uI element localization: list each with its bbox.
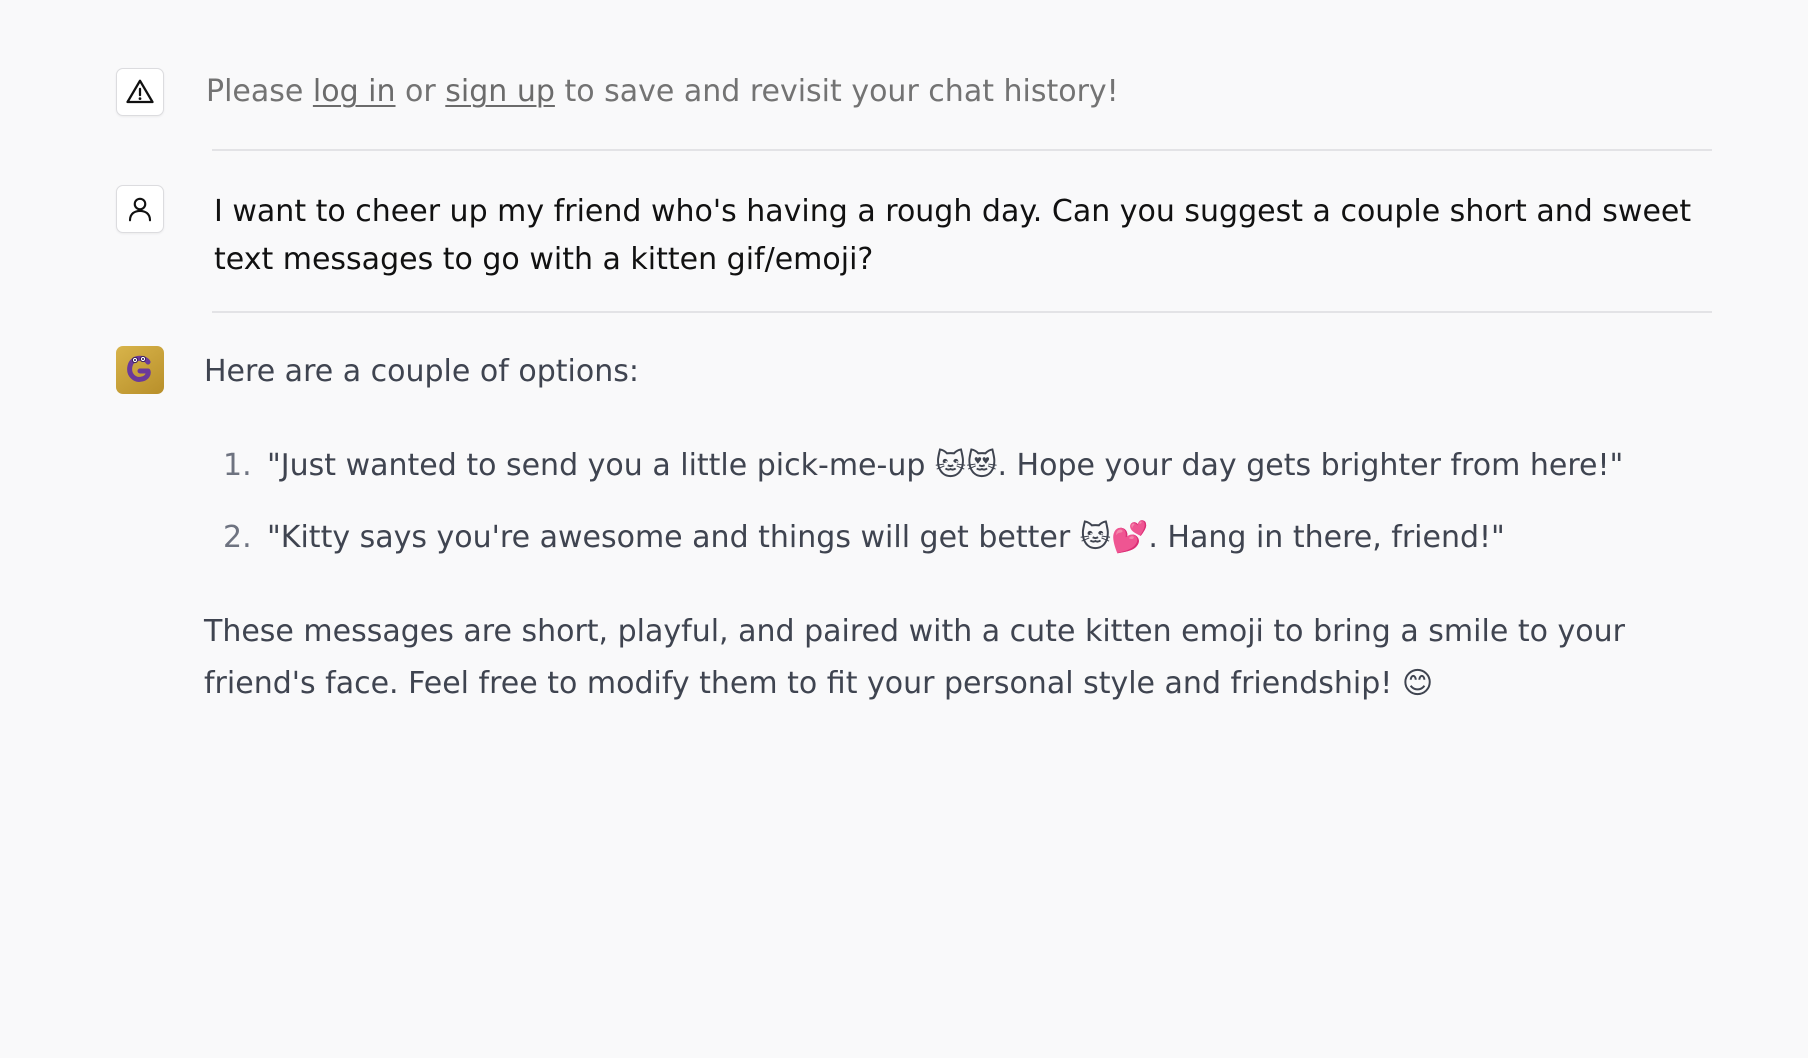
list-number: 1. [223, 448, 252, 483]
list-item: 2. "Kitty says you're awesome and things… [204, 518, 1704, 590]
warning-triangle-icon [126, 79, 154, 104]
list-item: 1. "Just wanted to send you a little pic… [204, 446, 1704, 518]
message-divider [212, 311, 1712, 313]
user-avatar [116, 185, 164, 233]
chat-transcript: Please log in or sign up to save and rev… [0, 0, 1808, 1058]
list-text: "Just wanted to send you a little pick-m… [267, 448, 1624, 483]
bot-intro: Here are a couple of options: [204, 354, 639, 389]
user-message: I want to cheer up my friend who's havin… [214, 194, 1692, 277]
bot-outro: These messages are short, playful, and p… [204, 614, 1625, 701]
options-list: 1. "Just wanted to send you a little pic… [204, 446, 1704, 590]
login-notice: Please log in or sign up to save and rev… [206, 72, 1119, 112]
message-divider [212, 149, 1712, 151]
bot-logo-icon [127, 355, 151, 382]
signup-link[interactable]: sign up [445, 74, 555, 109]
list-text: "Kitty says you're awesome and things wi… [267, 520, 1505, 555]
notice-prefix: Please [206, 74, 313, 109]
login-link[interactable]: log in [313, 74, 396, 109]
list-number: 2. [223, 520, 252, 555]
bot-avatar [116, 346, 164, 394]
notice-suffix: to save and revisit your chat history! [554, 74, 1119, 109]
user-icon [128, 197, 152, 222]
notice-middle: or [395, 74, 446, 109]
warning-avatar [116, 68, 164, 116]
